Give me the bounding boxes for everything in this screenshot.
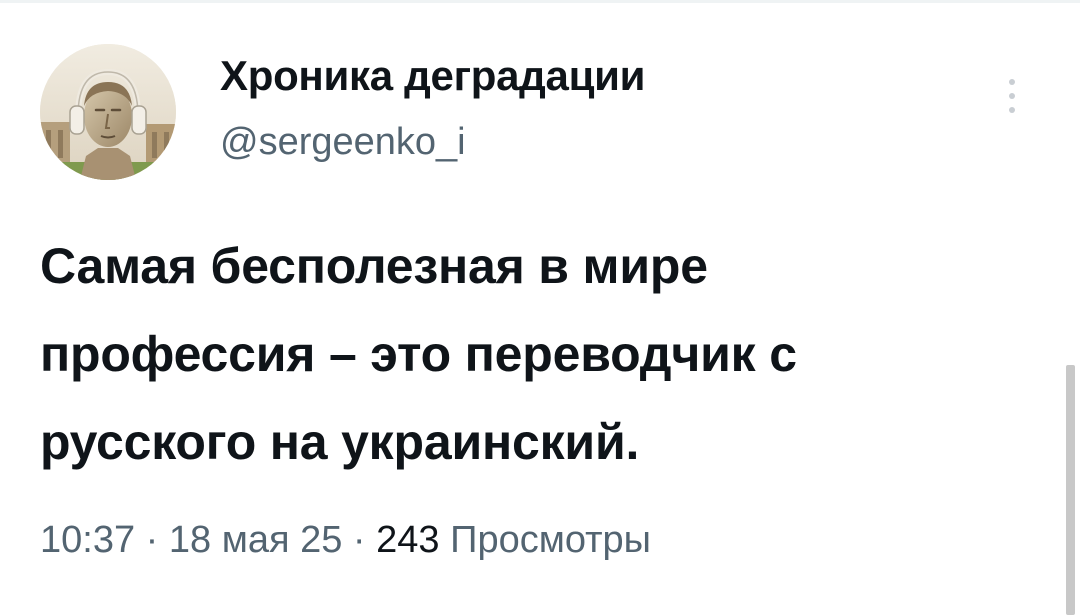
- tweet-time[interactable]: 10:37: [40, 519, 135, 561]
- separator: ·: [342, 519, 377, 561]
- more-vertical-icon-dot: [1009, 107, 1015, 113]
- separator: ·: [135, 519, 169, 561]
- more-vertical-icon: [1009, 79, 1015, 85]
- tweet-text-line: Самая бесполезная в мире: [40, 238, 708, 294]
- tweet-text: Самая бесполезная в мире профессия – это…: [40, 222, 1040, 486]
- views-count: 243: [376, 519, 440, 561]
- more-options-button[interactable]: [996, 70, 1028, 122]
- tweet-text-line: русского на украинский.: [40, 414, 640, 470]
- views-label[interactable]: Просмотры: [450, 519, 651, 561]
- avatar[interactable]: [40, 44, 176, 180]
- author-display-name[interactable]: Хроника деградации: [220, 52, 645, 100]
- author-handle[interactable]: @sergeenko_i: [220, 120, 466, 164]
- top-divider: [0, 0, 1080, 3]
- avatar-bust-icon: [40, 44, 176, 180]
- more-vertical-icon-dot: [1009, 93, 1015, 99]
- scrollbar[interactable]: [1066, 365, 1075, 615]
- tweet-text-line: профессия – это переводчик с: [40, 326, 797, 382]
- tweet-metadata: 10:37 · 18 мая 25 · 243 Просмотры: [40, 516, 651, 564]
- tweet-date[interactable]: 18 мая 25: [169, 519, 343, 561]
